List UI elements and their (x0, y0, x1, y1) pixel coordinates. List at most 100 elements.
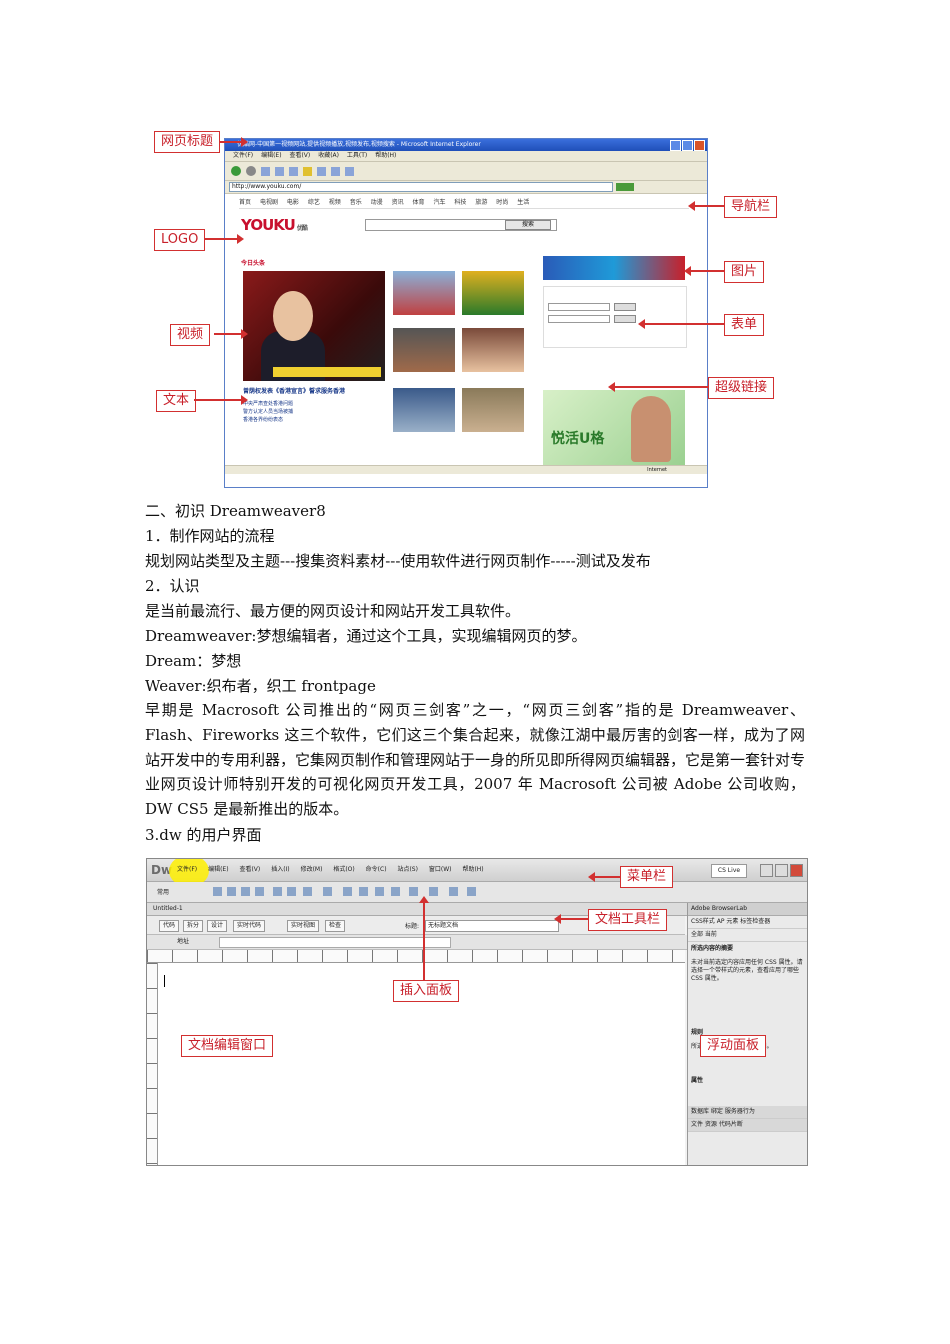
video-thumb[interactable] (393, 388, 455, 432)
video-thumb[interactable] (462, 271, 524, 315)
back-icon[interactable] (231, 166, 241, 176)
address-input[interactable]: http://www.youku.com/ (229, 182, 613, 192)
nav-item[interactable]: 体育 (413, 199, 425, 206)
date-icon[interactable] (343, 887, 352, 896)
mail-icon[interactable] (331, 166, 340, 176)
dw-menu-edit[interactable]: 编辑(E) (208, 866, 228, 873)
dw-menu-site[interactable]: 站点(S) (397, 866, 418, 873)
view-split-button[interactable]: 拆分 (183, 920, 204, 932)
image-icon[interactable] (303, 887, 312, 896)
register-button[interactable] (614, 315, 636, 323)
panel-mode[interactable]: 全部 当前 (688, 929, 807, 942)
nav-item[interactable]: 综艺 (308, 199, 320, 206)
nav-item[interactable]: 科技 (454, 199, 466, 206)
nav-item[interactable]: 音乐 (350, 199, 362, 206)
maximize-icon[interactable] (775, 864, 788, 877)
div-icon[interactable] (287, 887, 296, 896)
video-thumb[interactable] (462, 328, 524, 372)
nav-item[interactable]: 视频 (329, 199, 341, 206)
text-link[interactable]: 中央严肃查处香港问题 (243, 400, 293, 408)
table-icon[interactable] (273, 887, 282, 896)
favorites-icon[interactable] (303, 166, 312, 176)
anchor-icon[interactable] (241, 887, 250, 896)
view-design-button[interactable]: 设计 (207, 920, 228, 932)
panel-bottom-tabs[interactable]: 数据库 绑定 服务器行为 (688, 1106, 807, 1119)
script-icon[interactable] (409, 887, 418, 896)
widget-icon[interactable] (467, 887, 476, 896)
nav-item[interactable]: 旅游 (475, 199, 487, 206)
nav-item[interactable]: 汽车 (433, 199, 445, 206)
browser-menu-edit[interactable]: 编辑(E) (261, 152, 281, 159)
nav-item[interactable]: 时尚 (496, 199, 508, 206)
history-icon[interactable] (317, 166, 326, 176)
email-field[interactable] (548, 303, 610, 311)
insert-tab-common[interactable]: 常用 (157, 887, 169, 896)
comment-icon[interactable] (375, 887, 384, 896)
head-icon[interactable] (391, 887, 400, 896)
dw-menu-insert[interactable]: 插入(I) (271, 866, 289, 873)
home-icon[interactable] (289, 166, 298, 176)
browser-toolbar (225, 162, 707, 181)
minimize-icon[interactable] (670, 140, 681, 151)
live-view-button[interactable]: 实时视图 (287, 920, 320, 932)
dw-address-input[interactable] (219, 937, 451, 948)
hr-icon[interactable] (255, 887, 264, 896)
dw-menu-commands[interactable]: 命令(C) (366, 866, 387, 873)
panel-tabs[interactable]: CSS样式 AP 元素 标签检查器 (688, 916, 807, 929)
browser-menu-help[interactable]: 帮助(H) (375, 152, 396, 159)
browser-menu-tools[interactable]: 工具(T) (347, 152, 367, 159)
callout-navbar: 导航栏 (724, 196, 778, 218)
print-icon[interactable] (345, 166, 354, 176)
nav-item[interactable]: 电影 (287, 199, 299, 206)
banner-image[interactable] (543, 256, 685, 280)
nav-item[interactable]: 电视剧 (260, 199, 278, 206)
heading-process: 1．制作网站的流程 (145, 527, 275, 545)
dw-menu-file[interactable]: 文件(F) (177, 866, 197, 873)
inspect-button[interactable]: 检查 (325, 920, 346, 932)
stop-icon[interactable] (261, 166, 270, 176)
browser-menu-favorites[interactable]: 收藏(A) (318, 152, 339, 159)
nav-item[interactable]: 资讯 (392, 199, 404, 206)
panel-bottom-tabs[interactable]: 文件 资源 代码片断 (688, 1119, 807, 1132)
video-headline[interactable]: 曾荫权发表《香港宣言》誓求服务香港 (243, 386, 345, 395)
text-link[interactable]: 警方认定人员当场被捕 (243, 408, 293, 416)
login-button[interactable] (614, 303, 636, 311)
nav-item[interactable]: 动漫 (371, 199, 383, 206)
maximize-icon[interactable] (682, 140, 693, 151)
ad-image[interactable]: 悦活U格 (543, 390, 685, 468)
tag-chooser-icon[interactable] (449, 887, 458, 896)
nav-item[interactable]: 生活 (517, 199, 529, 206)
go-button[interactable] (616, 183, 634, 191)
video-thumb[interactable] (462, 388, 524, 432)
nav-item[interactable]: 首页 (239, 199, 251, 206)
title-input[interactable]: 无标题文档 (425, 920, 559, 932)
video-thumb[interactable] (393, 271, 455, 315)
email-icon[interactable] (227, 887, 236, 896)
live-code-button[interactable]: 实时代码 (233, 920, 266, 932)
minimize-icon[interactable] (760, 864, 773, 877)
site-logo[interactable]: YOUKU 优酷 (241, 216, 308, 234)
close-icon[interactable] (790, 864, 803, 877)
video-thumb[interactable] (393, 328, 455, 372)
server-include-icon[interactable] (359, 887, 368, 896)
close-icon[interactable] (694, 140, 705, 151)
dw-menu-format[interactable]: 格式(O) (333, 866, 354, 873)
main-video[interactable] (243, 271, 385, 381)
text-link[interactable]: 香港各界纷纷表态 (243, 416, 293, 424)
dw-menu-help[interactable]: 帮助(H) (462, 866, 483, 873)
browser-menu-view[interactable]: 查看(V) (289, 152, 310, 159)
media-icon[interactable] (323, 887, 332, 896)
password-field[interactable] (548, 315, 610, 323)
panel-header[interactable]: Adobe BrowserLab (688, 903, 807, 916)
dw-menu-view[interactable]: 查看(V) (239, 866, 260, 873)
cs-live-button[interactable]: CS Live (711, 864, 747, 878)
browser-menu-file[interactable]: 文件(F) (233, 152, 253, 159)
forward-icon[interactable] (246, 166, 256, 176)
dw-menu-window[interactable]: 窗口(W) (429, 866, 452, 873)
view-code-button[interactable]: 代码 (159, 920, 180, 932)
hyperlink-icon[interactable] (213, 887, 222, 896)
template-icon[interactable] (429, 887, 438, 896)
refresh-icon[interactable] (275, 166, 284, 176)
site-search-button[interactable]: 搜索 (505, 220, 551, 230)
dw-menu-modify[interactable]: 修改(M) (301, 866, 323, 873)
